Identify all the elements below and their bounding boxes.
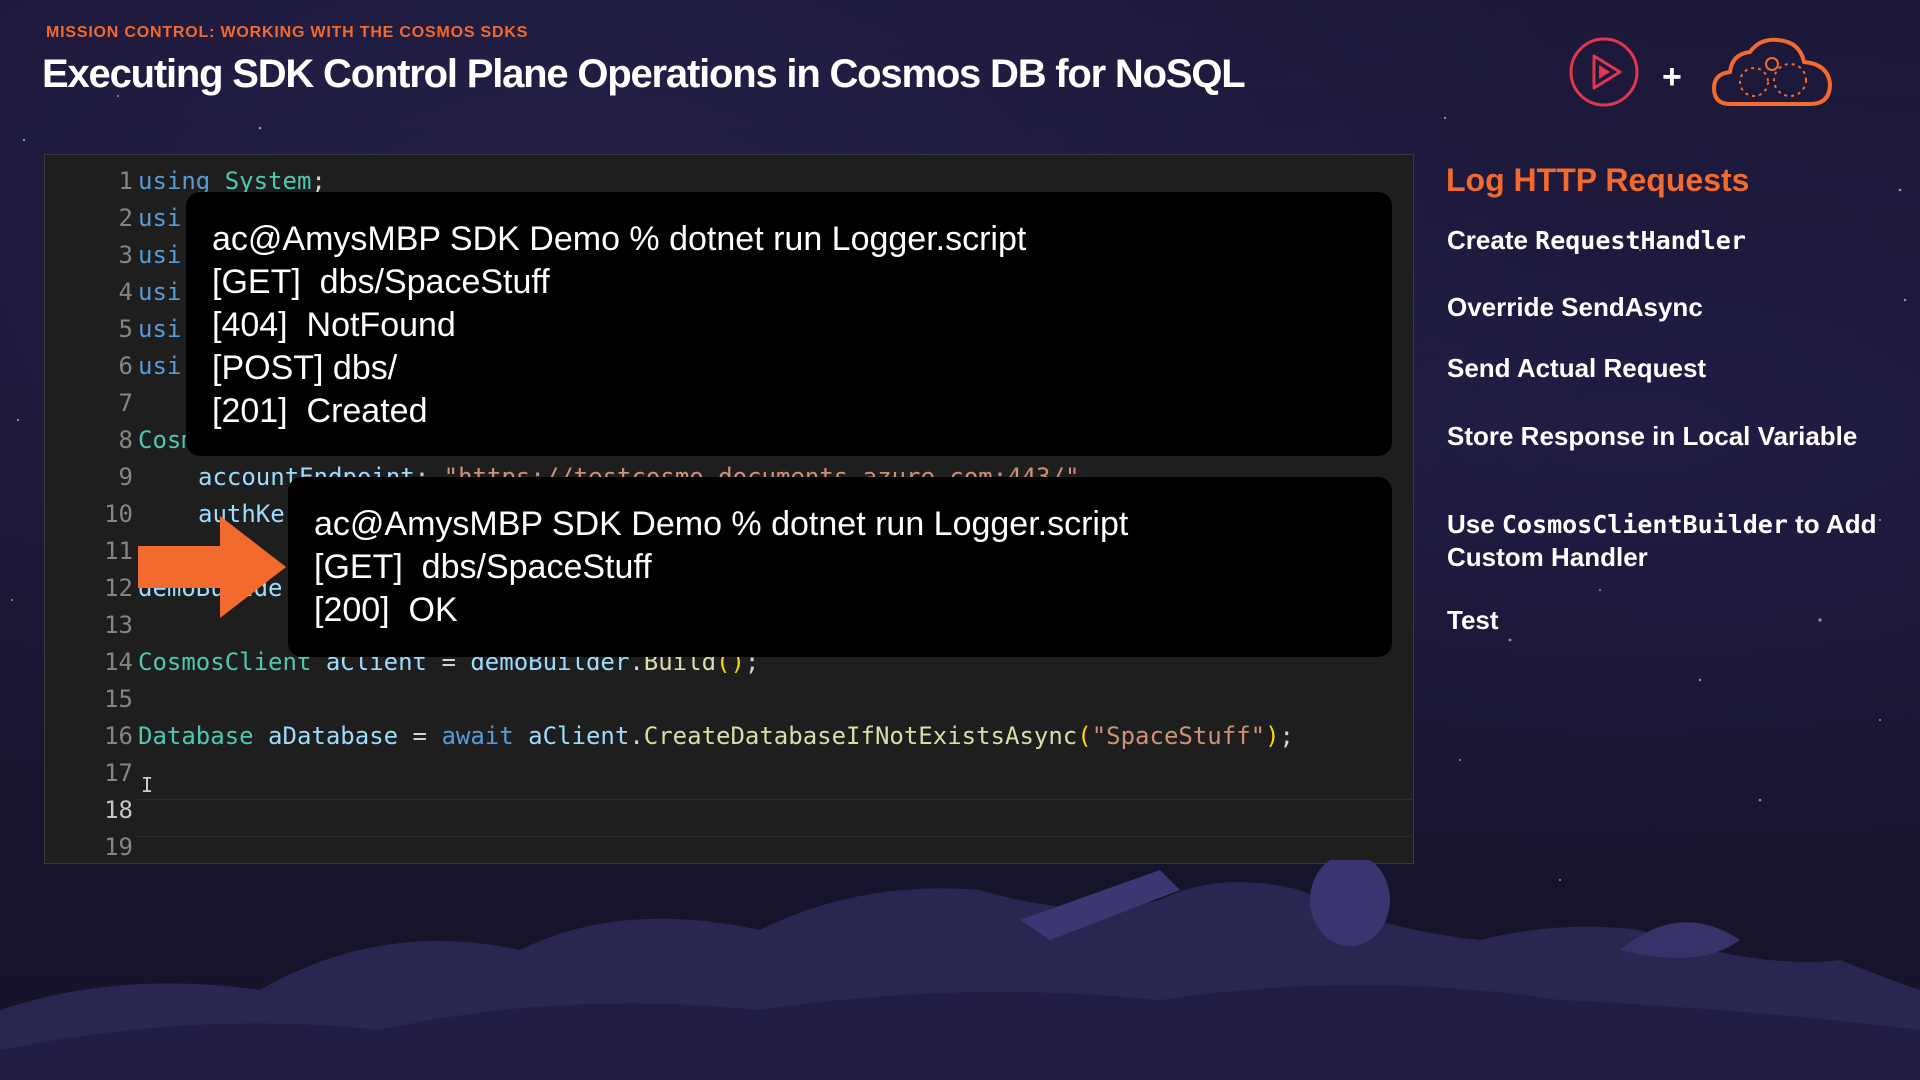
slide: MISSION CONTROL: WORKING WITH THE COSMOS… [0,0,1920,1080]
line-number: 1 [118,167,133,195]
code-token: Database [138,722,254,750]
terminal-line: [GET] dbs/SpaceStuff [212,263,550,301]
line-number: 10 [104,500,133,528]
line-number-active: 18 [104,796,133,824]
terminal-output-first-run: ac@AmysMBP SDK Demo % dotnet run Logger.… [186,192,1392,456]
line-number: 17 [104,759,133,787]
line-number: 7 [118,389,133,417]
line-number: 3 [118,241,133,269]
step-text: Create [1447,225,1536,255]
current-line-highlight [137,799,1413,837]
code-token: CreateDatabaseIfNotExistsAsync [643,722,1078,750]
moon-landscape-decoration [0,860,1920,1080]
section-eyebrow: MISSION CONTROL: WORKING WITH THE COSMOS… [46,24,529,41]
code-token: aDatabase [268,722,399,750]
line-number: 19 [104,833,133,861]
step-code: RequestHandler [1535,226,1746,255]
line-number: 2 [118,204,133,232]
cloud-logo-icon [1712,37,1832,106]
step-create-requesthandler: Create RequestHandler [1447,224,1887,257]
code-token: CosmosClient [138,648,312,676]
step-send-actual-request: Send Actual Request [1447,353,1707,383]
line-number: 13 [104,611,133,639]
line-number: 11 [104,537,133,565]
code-token: ; [1279,722,1294,750]
code-line-16[interactable]: Database aDatabase = await aClient.Creat… [138,718,1294,755]
code-token: aClient [528,722,630,750]
terminal-line: ac@AmysMBP SDK Demo % dotnet run Logger.… [212,220,1027,258]
sidebar-title: Log HTTP Requests [1446,162,1750,198]
code-token: await [441,722,514,750]
step-use-cosmosclientbuilder: Use CosmosClientBuilder to Add Custom Ha… [1447,508,1887,574]
code-token: using [138,167,211,195]
code-line-4[interactable]: usi [138,274,181,311]
line-number: 16 [104,722,133,750]
line-number: 6 [118,352,133,380]
plus-sign: + [1662,58,1682,96]
step-override-sendasync: Override SendAsync [1447,292,1703,322]
code-token: ( [1077,722,1092,750]
terminal-line: ac@AmysMBP SDK Demo % dotnet run Logger.… [314,505,1129,543]
terminal-line: [200] OK [314,591,458,629]
terminal-line: [POST] dbs/ [212,349,398,387]
line-number: 5 [118,315,133,343]
line-number: 15 [104,685,133,713]
arrow-right-icon [138,516,286,618]
page-title: Executing SDK Control Plane Operations i… [42,52,1246,96]
text-cursor-icon: I [141,773,154,797]
terminal-line: [GET] dbs/SpaceStuff [314,548,652,586]
code-token: = [398,722,442,750]
code-line-6[interactable]: usi [138,348,181,385]
code-token: "SpaceStuff" [1091,722,1266,750]
step-store-response: Store Response in Local Variable [1447,421,1858,451]
code-line-2[interactable]: usi [138,200,181,237]
line-number: 8 [118,426,133,454]
step-text: Use [1447,509,1502,539]
line-number: 12 [104,574,133,602]
terminal-line: [404] NotFound [212,306,456,344]
code-token: System [224,167,312,195]
terminal-output-second-run: ac@AmysMBP SDK Demo % dotnet run Logger.… [288,477,1392,657]
terminal-line: [201] Created [212,392,428,430]
line-number: 4 [118,278,133,306]
step-test: Test [1447,605,1499,635]
step-code: CosmosClientBuilder [1501,510,1788,539]
play-logo-icon [1569,37,1639,107]
code-token: . [629,722,644,750]
line-number: 9 [118,463,133,491]
line-number: 14 [104,648,133,676]
code-line-3[interactable]: usi [138,237,181,274]
code-token: ) [1265,722,1280,750]
code-line-5[interactable]: usi [138,311,181,348]
code-token: ; [311,167,326,195]
